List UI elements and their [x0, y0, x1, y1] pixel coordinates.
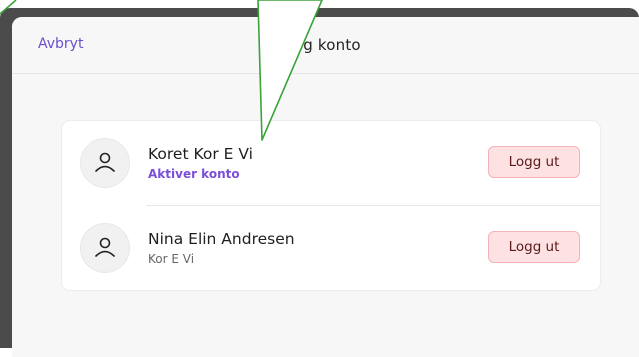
- switch-account-modal: Avbryt g konto Koret Kor E Vi Aktiver ko…: [12, 17, 639, 357]
- account-row: Koret Kor E Vi Aktiver konto Logg ut: [62, 121, 600, 206]
- modal-header: Avbryt g konto: [12, 17, 639, 74]
- account-list: Koret Kor E Vi Aktiver konto Logg ut Nin…: [61, 120, 601, 291]
- person-icon: [80, 223, 130, 273]
- logout-button[interactable]: Logg ut: [488, 146, 580, 178]
- account-row: Nina Elin Andresen Kor E Vi Logg ut: [62, 206, 600, 290]
- person-icon: [80, 138, 130, 188]
- account-name: Koret Kor E Vi: [148, 145, 253, 163]
- logout-button[interactable]: Logg ut: [488, 231, 580, 263]
- modal-title: g konto: [303, 36, 361, 54]
- activate-account-link[interactable]: Aktiver konto: [148, 167, 240, 181]
- account-name: Nina Elin Andresen: [148, 230, 295, 248]
- account-subtitle: Kor E Vi: [148, 252, 195, 266]
